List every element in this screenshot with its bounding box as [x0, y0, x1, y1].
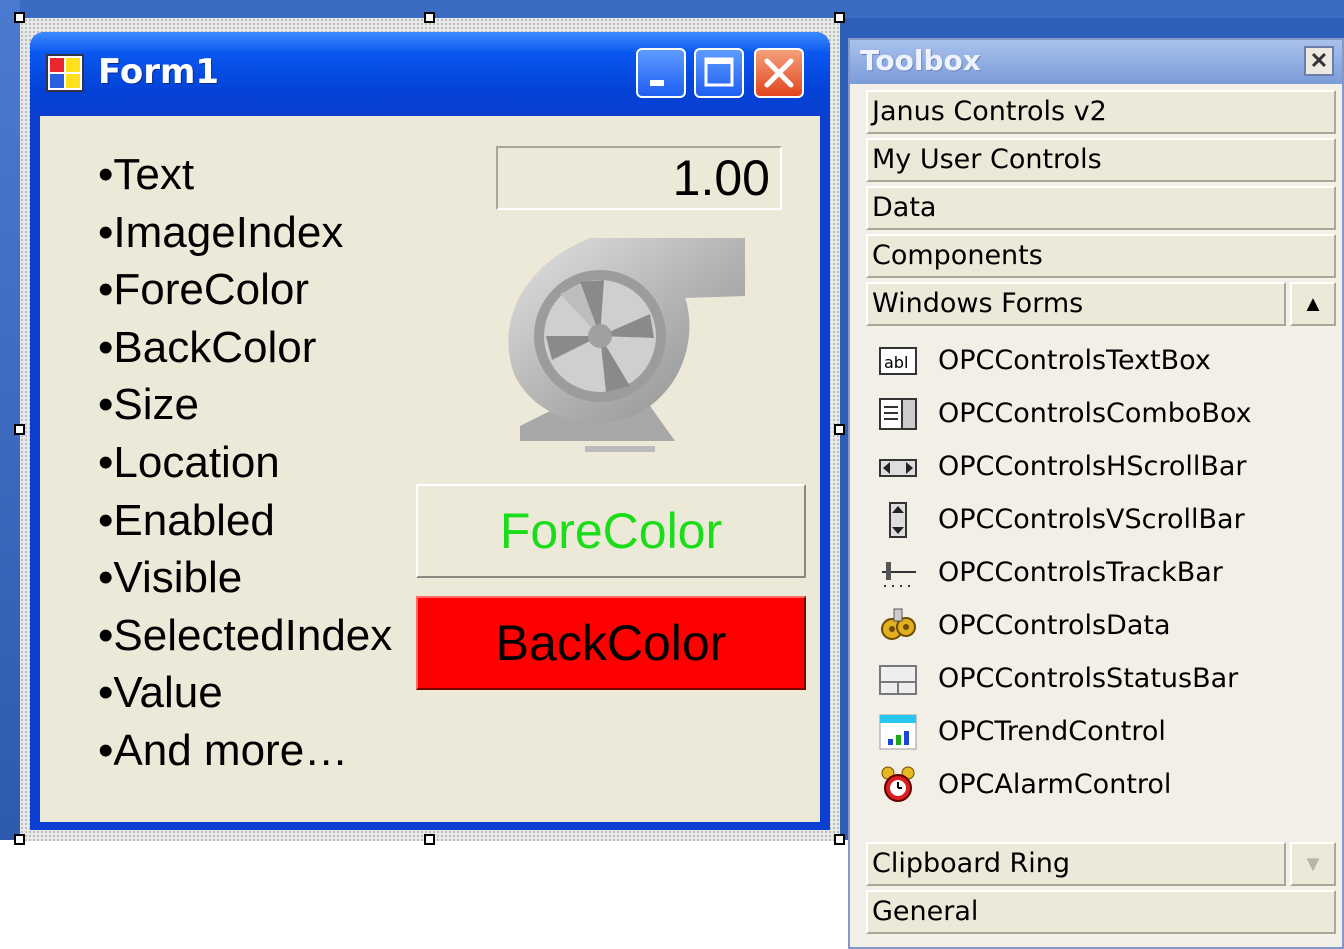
- property-item: •ImageIndex: [98, 207, 344, 257]
- resize-handle-top[interactable]: [424, 12, 435, 23]
- property-item: •SelectedIndex: [98, 610, 393, 660]
- tool-label: OPCControlsComboBox: [938, 398, 1252, 429]
- triangle-up-icon: ▲: [1302, 291, 1324, 316]
- resize-handle-bottom-left[interactable]: [14, 834, 25, 845]
- trend-chart-icon: [879, 714, 917, 750]
- tool-label: OPCControlsTrackBar: [938, 557, 1223, 588]
- forecolor-button[interactable]: ForeColor: [416, 484, 806, 578]
- resize-handle-bottom[interactable]: [424, 834, 435, 845]
- property-item: •ForeColor: [98, 265, 310, 315]
- close-icon: [764, 58, 794, 88]
- scroll-down-button[interactable]: ▼: [1290, 842, 1336, 886]
- toolbox-panel: Toolbox ✕ Janus Controls v2 My User Cont…: [848, 38, 1344, 949]
- trackbar-icon: [882, 562, 916, 587]
- form-title: Form1: [98, 52, 220, 92]
- toolbox-category-janus[interactable]: Janus Controls v2: [866, 90, 1336, 134]
- tool-label: OPCControlsVScrollBar: [938, 504, 1245, 535]
- form-titlebar[interactable]: Form1: [30, 32, 830, 116]
- tool-label: OPCControlsTextBox: [938, 345, 1211, 376]
- property-item: •Location: [98, 437, 280, 487]
- toolbox-item[interactable]: OPCControlsVScrollBar: [878, 495, 1338, 545]
- minimize-button[interactable]: [636, 48, 686, 98]
- tool-label: OPCControlsData: [938, 610, 1171, 641]
- triangle-down-icon: ▼: [1302, 851, 1324, 876]
- combobox-icon: [879, 398, 917, 430]
- minimize-icon: [650, 80, 664, 86]
- tool-label: OPCControlsHScrollBar: [938, 451, 1247, 482]
- toolbox-category-user-controls[interactable]: My User Controls: [866, 138, 1336, 182]
- numeric-textbox[interactable]: 1.00: [496, 146, 782, 210]
- toolbox-item[interactable]: OPCControlsStatusBar: [878, 654, 1338, 704]
- toolbox-category-clipboard-ring[interactable]: Clipboard Ring: [866, 842, 1286, 886]
- resize-handle-bottom-right[interactable]: [834, 834, 845, 845]
- scroll-up-button[interactable]: ▲: [1290, 282, 1336, 326]
- toolbox-item[interactable]: OPCAlarmControl: [878, 760, 1338, 810]
- toolbox-item[interactable]: OPCTrendControl: [878, 707, 1338, 757]
- close-button[interactable]: [754, 48, 804, 98]
- maximize-button[interactable]: [694, 48, 744, 98]
- form-app-icon: [46, 54, 84, 92]
- pump-image-icon: [508, 238, 745, 452]
- close-icon: ✕: [1309, 48, 1329, 73]
- data-gear-icon: [881, 608, 916, 640]
- tool-label: OPCTrendControl: [938, 716, 1166, 747]
- property-item: •Text: [98, 150, 195, 199]
- toolbox-category-data[interactable]: Data: [866, 186, 1336, 230]
- toolbox-item[interactable]: abl OPCControlsTextBox: [878, 336, 1338, 386]
- toolbox-item[interactable]: OPCControlsTrackBar: [878, 548, 1338, 598]
- slide-background-top: [0, 0, 1344, 18]
- toolbox-item[interactable]: OPCControlsData: [878, 601, 1338, 651]
- resize-handle-top-right[interactable]: [834, 12, 845, 23]
- toolbox-header: Toolbox ✕: [850, 40, 1342, 84]
- toolbox-category-components[interactable]: Components: [866, 234, 1336, 278]
- toolbox-item[interactable]: OPCControlsComboBox: [878, 389, 1338, 439]
- toolbox-item[interactable]: OPCControlsHScrollBar: [878, 442, 1338, 492]
- resize-handle-right[interactable]: [834, 424, 845, 435]
- property-item: •BackColor: [98, 322, 317, 372]
- toolbox-category-general[interactable]: General: [866, 890, 1336, 934]
- property-list: •Text •ImageIndex •ForeColor •BackColor …: [98, 146, 392, 780]
- toolbox-category-windows-forms[interactable]: Windows Forms: [866, 282, 1286, 326]
- hscrollbar-icon: [879, 459, 917, 477]
- slide-background-bottom: [0, 840, 850, 949]
- backcolor-button[interactable]: BackColor: [416, 596, 806, 690]
- textbox-icon: abl: [879, 347, 917, 375]
- property-item: •Value: [98, 668, 223, 718]
- form-client-area: •Text •ImageIndex •ForeColor •BackColor …: [40, 116, 820, 822]
- maximize-icon: [704, 57, 734, 87]
- alarm-clock-icon: [881, 766, 915, 802]
- svg-text:abl: abl: [884, 353, 908, 372]
- slide-background-left: [0, 0, 20, 949]
- toolbox-close-button[interactable]: ✕: [1304, 46, 1334, 76]
- tool-label: OPCAlarmControl: [938, 769, 1172, 800]
- toolbox-title: Toolbox: [860, 44, 981, 77]
- property-item: •And more…: [98, 725, 349, 775]
- property-item: •Visible: [98, 553, 243, 603]
- statusbar-icon: [879, 665, 917, 695]
- resize-handle-top-left[interactable]: [14, 12, 25, 23]
- resize-handle-left[interactable]: [14, 424, 25, 435]
- property-item: •Enabled: [98, 495, 275, 545]
- property-item: •Size: [98, 380, 199, 430]
- vscrollbar-icon: [889, 502, 907, 538]
- tool-label: OPCControlsStatusBar: [938, 663, 1239, 694]
- form1-window[interactable]: Form1 •Text •ImageIndex •ForeColor •Back…: [30, 32, 830, 830]
